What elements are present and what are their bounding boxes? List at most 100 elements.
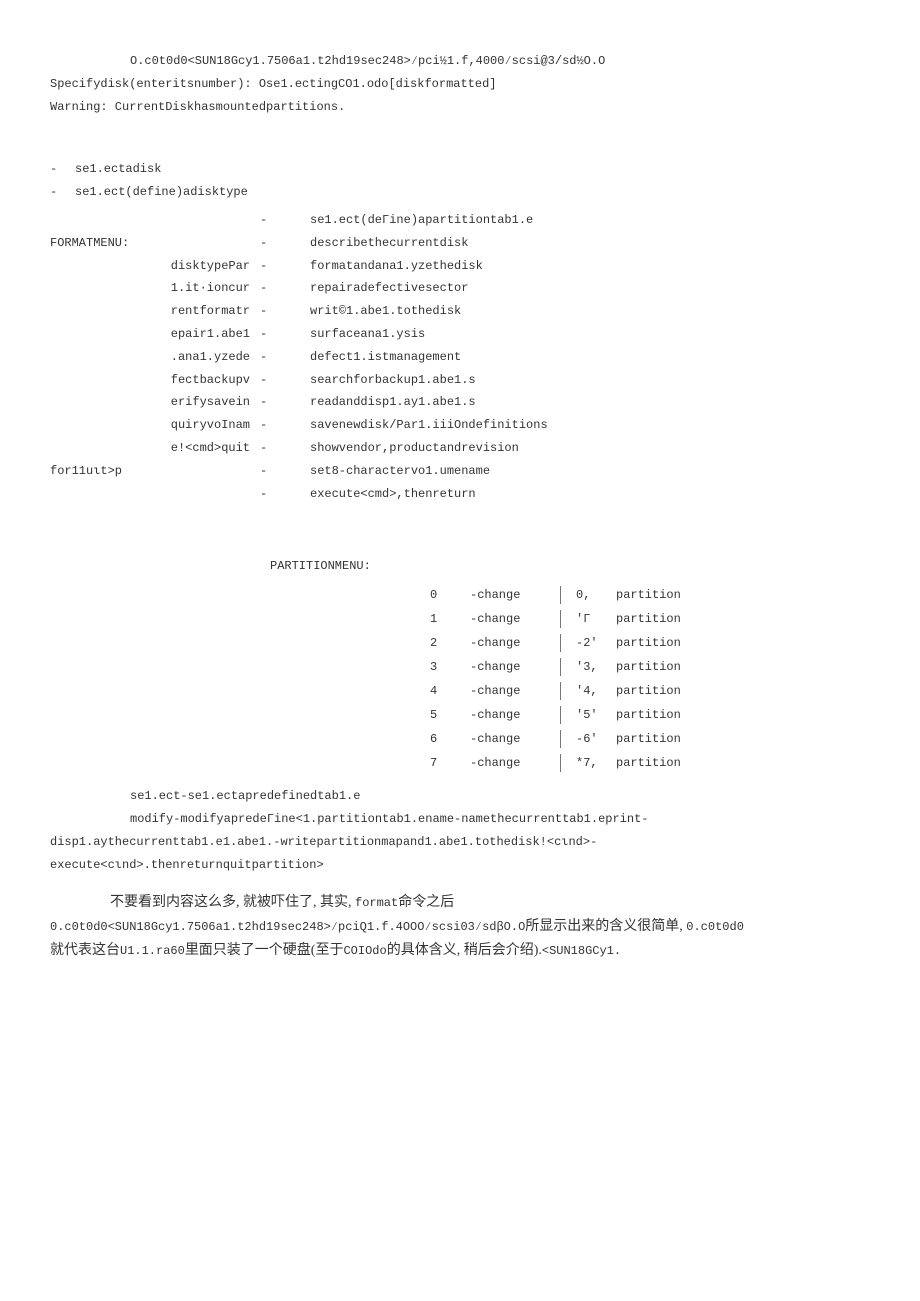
pt-id: *7, — [576, 751, 616, 775]
fr-8: readanddisp1.ay1.abe1.s — [310, 391, 870, 414]
table-row: 3 -change '3, partition — [430, 655, 870, 679]
fr-10: showvendor,productandrevision — [310, 437, 870, 460]
fl-last: for11uιt>p — [50, 460, 260, 483]
fr-11: set8-charactervo1.umename — [310, 460, 870, 483]
partition-menu: PARTITIONMENU: 0 -change 0, partition 1 … — [50, 555, 870, 775]
cjk-1c: 命令之后 — [398, 895, 454, 910]
table-row: 2 -change -2' partition — [430, 631, 870, 655]
dash-icon: - — [260, 232, 310, 255]
format-menu-right: se1.ect(deΓine)apartitiontab1.e describe… — [310, 209, 870, 505]
pt-change: -change — [470, 703, 560, 727]
fl-5: fectbackupv — [50, 369, 260, 392]
cjk-2a: 0.c0t0d0<SUN18Gcy1.7506a1.t2hd19sec248>∕… — [50, 920, 525, 934]
cjk-2b: 所显示出来的含义很简单, — [525, 919, 686, 934]
pt-id: -2' — [576, 631, 616, 655]
partition-table: 0 -change 0, partition 1 -change 'Γ part… — [430, 583, 870, 775]
fl-8: e!<cmd>quit — [50, 437, 260, 460]
fr-7: searchforbackup1.abe1.s — [310, 369, 870, 392]
separator-icon — [560, 706, 571, 724]
top-line-1: O.c0t0d0<SUN18Gcy1.7506a1.t2hd19sec248>∕… — [50, 50, 870, 73]
format-menu-title: FORMATMENU: — [50, 232, 260, 255]
table-row: 4 -change '4, partition — [430, 679, 870, 703]
dash-icon: - — [260, 346, 310, 369]
cjk-line-2: 0.c0t0d0<SUN18Gcy1.7506a1.t2hd19sec248>∕… — [50, 915, 870, 939]
terminal-output-top: O.c0t0d0<SUN18Gcy1.7506a1.t2hd19sec248>∕… — [50, 50, 870, 118]
table-row: 6 -change -6' partition — [430, 727, 870, 751]
pt-change: -change — [470, 679, 560, 703]
fr-5: surfaceana1.ysis — [310, 323, 870, 346]
fl-3: epair1.abe1 — [50, 323, 260, 346]
select-text-b: se1.ect(define)adisktype — [75, 181, 248, 204]
pt-num: 1 — [430, 607, 470, 631]
cjk-3d: COIOdo — [343, 944, 386, 958]
partition-menu-title: PARTITIONMENU: — [50, 555, 870, 578]
pt-id: '4, — [576, 679, 616, 703]
separator-icon — [560, 658, 571, 676]
pt-num: 7 — [430, 751, 470, 775]
pt-change: -change — [470, 631, 560, 655]
top-line-3: Warning: CurrentDiskhasmountedpartitions… — [50, 96, 870, 119]
pt-num: 3 — [430, 655, 470, 679]
dash-icon: - — [260, 300, 310, 323]
cjk-1a: 不要看到内容这么多, 就被吓住了, 其实, — [110, 895, 355, 910]
select-item-disk: - se1.ectadisk — [50, 158, 870, 181]
cjk-line-3: 就代表这台U1.1.ra60里面只装了一个硬盘(至于COIOdo的具体含义, 稍… — [50, 939, 870, 963]
cjk-3b: U1.1.ra60 — [120, 944, 185, 958]
pt-word: partition — [616, 727, 681, 751]
cjk-1b: format — [355, 896, 398, 910]
cjk-3f: <SUN18GCy1. — [542, 944, 621, 958]
separator-icon — [560, 586, 571, 604]
dash-icon: - — [260, 460, 310, 483]
format-menu-dashes: - - - - - - - - - - - - - — [260, 209, 310, 505]
pt-num: 5 — [430, 703, 470, 727]
para-l1: se1.ect-se1.ectapredefinedtab1.e — [50, 785, 870, 808]
fl-2: rentformatr — [50, 300, 260, 323]
explanation-paragraph: 不要看到内容这么多, 就被吓住了, 其实, format命令之后 0.c0t0d… — [50, 891, 870, 962]
pt-word: partition — [616, 679, 681, 703]
fr-2: formatandana1.yzethedisk — [310, 255, 870, 278]
separator-icon — [560, 682, 571, 700]
dash-icon: - — [50, 181, 75, 204]
fl-6: erifysavein — [50, 391, 260, 414]
dash-icon: - — [260, 369, 310, 392]
pt-id: '5' — [576, 703, 616, 727]
pt-word: partition — [616, 703, 681, 727]
pt-num: 4 — [430, 679, 470, 703]
fl-1: 1.it·ioncur — [50, 277, 260, 300]
cjk-3e: 的具体含义, 稍后会介绍). — [387, 943, 542, 958]
pt-num: 0 — [430, 583, 470, 607]
separator-icon — [560, 610, 571, 628]
fl-0: disktypePar — [50, 255, 260, 278]
dash-icon: - — [260, 483, 310, 506]
para-l4: execute<cιnd>.thenreturnquitpartition> — [50, 854, 870, 877]
cjk-2c: 0.c0t0d0 — [686, 920, 744, 934]
pt-word: partition — [616, 631, 681, 655]
separator-icon — [560, 754, 571, 772]
table-row: 5 -change '5' partition — [430, 703, 870, 727]
format-menu-left: FORMATMENU: disktypePar 1.it·ioncur rent… — [50, 209, 260, 483]
separator-icon — [560, 634, 571, 652]
select-text-a: se1.ectadisk — [75, 158, 161, 181]
pt-word: partition — [616, 607, 681, 631]
separator-icon — [560, 730, 571, 748]
fr-3: repairadefectivesector — [310, 277, 870, 300]
pt-id: 0, — [576, 583, 616, 607]
cjk-line-1: 不要看到内容这么多, 就被吓住了, 其实, format命令之后 — [50, 891, 870, 915]
fr-4: writ©1.abe1.tothedisk — [310, 300, 870, 323]
para-l3: disp1.aythecurrenttab1.e1.abe1.-writepar… — [50, 831, 870, 854]
pt-word: partition — [616, 583, 681, 607]
fl-7: quiryvoInam — [50, 414, 260, 437]
pt-id: '3, — [576, 655, 616, 679]
table-row: 7 -change *7, partition — [430, 751, 870, 775]
pt-change: -change — [470, 583, 560, 607]
format-menu: FORMATMENU: disktypePar 1.it·ioncur rent… — [50, 209, 870, 505]
dash-icon: - — [260, 323, 310, 346]
pt-change: -change — [470, 607, 560, 631]
pt-num: 6 — [430, 727, 470, 751]
pt-id: -6' — [576, 727, 616, 751]
pt-word: partition — [616, 655, 681, 679]
para-l2: modify-modifyapredeΓine<1.partitiontab1.… — [50, 808, 870, 831]
table-row: 0 -change 0, partition — [430, 583, 870, 607]
select-list: - se1.ectadisk - se1.ect(define)adisktyp… — [50, 158, 870, 204]
pt-num: 2 — [430, 631, 470, 655]
